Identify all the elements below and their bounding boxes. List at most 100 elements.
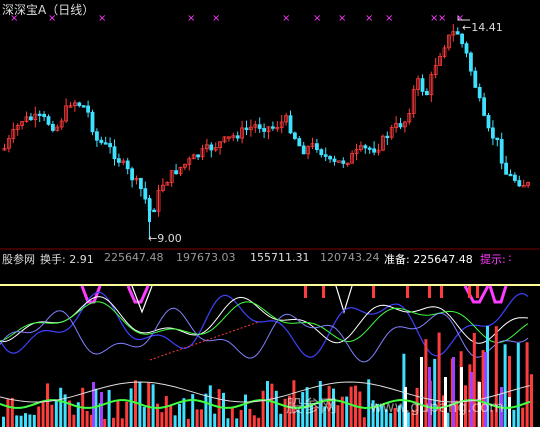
low-price-value: 9.00: [157, 232, 182, 245]
signal-marker: ×: [187, 13, 195, 24]
volume-bar: [358, 391, 362, 427]
volume-bar: [521, 407, 525, 427]
candle-body: [341, 160, 346, 164]
candle-body: [90, 111, 95, 133]
signal-marker: ×: [313, 13, 321, 24]
candle-body: [482, 97, 487, 116]
low-price-label: ←9.00: [148, 232, 182, 245]
volume-bar: [257, 417, 261, 427]
top-signal-bar: [406, 286, 409, 298]
candle-body: [270, 126, 275, 129]
candle-body: [28, 116, 33, 121]
volume-bar: [433, 358, 437, 427]
candle-body: [81, 105, 86, 108]
volume-bar: [72, 414, 76, 427]
candle-body: [257, 124, 262, 129]
candle-body: [495, 137, 500, 141]
chart-title: 深深宝A（日线）: [2, 3, 95, 17]
volume-bar: [129, 388, 133, 427]
candle-body: [504, 162, 509, 175]
candle-body: [499, 139, 504, 164]
volume-bar: [516, 343, 520, 427]
volume-bar: [46, 383, 49, 427]
candle-body: [385, 135, 390, 139]
candle-body: [363, 145, 368, 149]
volume-bar: [230, 407, 234, 427]
candle-body: [460, 33, 465, 45]
volume-bar: [349, 386, 353, 427]
candle-body: [486, 115, 491, 129]
volume-bar: [503, 344, 507, 427]
volume-bar: [147, 382, 151, 427]
candle-body: [517, 180, 522, 187]
candle-body: [297, 138, 302, 147]
candle-body: [513, 174, 517, 181]
candle-body: [37, 113, 42, 117]
volume-bar: [173, 415, 177, 427]
purple-line: [0, 307, 529, 363]
candle-body: [86, 105, 90, 113]
volume-bar: [151, 384, 155, 427]
signal-marker: ×: [365, 13, 373, 24]
signal-marker: ×: [282, 13, 290, 24]
volume-bar: [41, 400, 45, 427]
turnover-label: 换手: 2.91: [40, 253, 94, 266]
purple-bar: [92, 382, 95, 427]
volume-bar: [226, 418, 230, 427]
candle-body: [244, 127, 249, 131]
volume-bar: [512, 409, 516, 427]
top-signal-bar: [428, 286, 431, 298]
volume-bar: [200, 409, 203, 427]
volume-bar: [204, 393, 208, 427]
volume-bar: [15, 415, 19, 427]
volume-bar: [10, 397, 14, 427]
candle-body: [464, 43, 469, 54]
indicator-value-2: 197673.03: [176, 251, 236, 264]
candle-body: [209, 144, 214, 151]
candle-body: [372, 148, 377, 153]
chart-canvas[interactable]: × × × × × × × × × × × × ×: [0, 0, 540, 427]
watermark-cn: 股参网: [286, 397, 337, 417]
candle-body: [424, 91, 429, 96]
volume-bar: [85, 410, 89, 427]
candle-body: [112, 146, 117, 160]
candle-body: [196, 154, 201, 158]
volume-bar: [270, 383, 274, 427]
candle-body: [490, 127, 495, 139]
hint-label[interactable]: 提示:: [480, 251, 506, 267]
white-bar: [420, 357, 423, 427]
candle-body: [152, 209, 157, 213]
volume-bar: [191, 394, 195, 427]
candle-body: [332, 158, 337, 162]
volume-bar: [525, 342, 529, 427]
candle-body: [508, 173, 513, 177]
volume-bar: [274, 390, 278, 427]
candle-body: [138, 178, 143, 190]
volume-bar: [6, 399, 10, 427]
volume-bar: [266, 381, 269, 427]
volume-bar: [120, 418, 124, 427]
volume-bar: [142, 406, 146, 427]
candle-body: [477, 87, 482, 99]
volume-bar: [160, 412, 164, 427]
volume-bar: [252, 415, 256, 427]
volume-bar: [164, 396, 168, 427]
candle-body: [292, 132, 297, 139]
purple-bar: [100, 392, 103, 427]
candle-body: [521, 185, 526, 188]
stock-chart-window: × × × × × × × × × × × × × 深深宝A（日线） ←14.41 ←9.00 股参网 …: [0, 0, 540, 427]
volume-bar: [24, 413, 27, 427]
volume-bar: [222, 392, 225, 427]
candle-body: [125, 160, 130, 170]
top-signal-bar: [322, 286, 325, 298]
volume-bar: [54, 400, 58, 427]
volume-bar: [178, 403, 181, 427]
candle-body: [262, 128, 267, 132]
indicator-value-4: 120743.24: [320, 251, 380, 264]
high-price-value: 14.41: [471, 21, 503, 34]
candle-body: [319, 149, 324, 156]
indicator-info-bar: 股参网 换手: 2.91 225647.48 197673.03 155711.…: [0, 251, 540, 267]
candlestick-series: [2, 23, 530, 238]
candle-body: [99, 139, 104, 144]
volume-bar: [261, 390, 265, 427]
